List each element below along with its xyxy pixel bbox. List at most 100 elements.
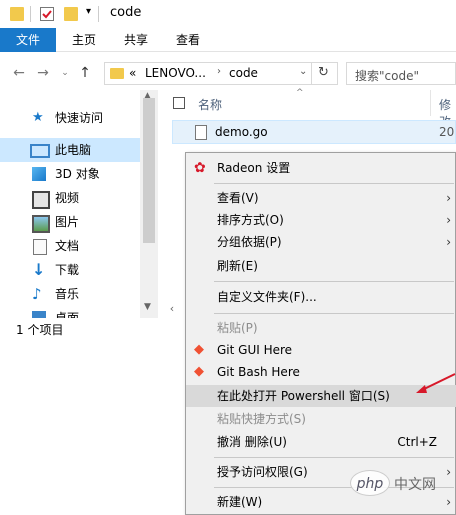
menu-separator xyxy=(214,183,454,184)
nav-item-label: 图片 xyxy=(55,215,80,229)
divider xyxy=(98,6,99,22)
annotation-arrow-icon xyxy=(416,373,456,393)
menu-separator xyxy=(214,457,454,458)
file-name: demo.go xyxy=(215,125,268,139)
nav-item-music[interactable]: ♪ 音乐 xyxy=(0,282,140,306)
menu-item-label: 新建(W) xyxy=(217,495,263,509)
nav-item-this-pc[interactable]: 此电脑 xyxy=(0,138,140,162)
document-icon xyxy=(33,239,47,255)
menu-item-label: 粘贴(P) xyxy=(217,321,258,335)
item-count: 1 个项目 xyxy=(16,323,64,337)
breadcrumb-overflow[interactable]: « xyxy=(129,66,136,80)
refresh-icon[interactable]: ↻ xyxy=(318,65,329,80)
back-arrow-icon[interactable]: ← xyxy=(10,64,28,82)
computer-icon xyxy=(30,144,50,158)
nav-item-label: 文档 xyxy=(55,239,80,253)
address-bar[interactable]: « LENOVO... › code ⌄ ↻ xyxy=(104,62,338,85)
nav-item-label: 此电脑 xyxy=(55,143,92,157)
picture-icon xyxy=(32,215,50,233)
menu-item-radeon[interactable]: ✿ Radeon 设置 xyxy=(186,157,456,179)
git-bash-icon: ◆ xyxy=(194,364,204,379)
nav-item-label: 桌面 xyxy=(55,311,80,318)
music-icon: ♪ xyxy=(32,285,42,303)
menu-item-label: 查看(V) xyxy=(217,191,259,205)
status-bar: 1 个项目 xyxy=(0,318,185,342)
file-item-demo-go[interactable]: demo.go 20 xyxy=(172,120,456,144)
desktop-icon xyxy=(32,311,46,318)
nav-item-label: 视频 xyxy=(55,191,80,205)
watermark-logo: php xyxy=(350,470,390,496)
hscroll-left-icon[interactable]: ‹ xyxy=(158,300,186,318)
recent-locations-chevron-icon[interactable]: ⌄ xyxy=(56,64,74,82)
video-icon xyxy=(32,191,50,209)
breadcrumb-lenovo[interactable]: LENOVO... xyxy=(145,66,206,80)
menu-item-customize-folder[interactable]: 自定义文件夹(F)... xyxy=(186,286,456,308)
tab-share[interactable]: 共享 xyxy=(114,28,158,52)
nav-item-documents[interactable]: 文档 xyxy=(0,234,140,258)
search-input[interactable]: 搜索"code" xyxy=(346,62,456,85)
new-folder-icon[interactable] xyxy=(64,7,78,21)
file-icon xyxy=(195,125,207,140)
context-menu: ✿ Radeon 设置 查看(V) › 排序方式(O) › 分组依据(P) › … xyxy=(185,152,456,515)
properties-icon[interactable] xyxy=(40,7,54,21)
scroll-down-icon[interactable]: ▼ xyxy=(144,302,151,312)
menu-item-undo-delete[interactable]: 撤消 删除(U) Ctrl+Z xyxy=(186,431,456,453)
menu-item-shortcut: Ctrl+Z xyxy=(397,435,437,449)
nav-item-desktop[interactable]: 桌面 xyxy=(0,306,140,318)
customize-quick-access-icon[interactable]: ▾ xyxy=(86,6,91,17)
select-all-checkbox[interactable] xyxy=(173,97,185,109)
menu-item-group[interactable]: 分组依据(P) › xyxy=(186,231,456,253)
divider xyxy=(311,63,312,84)
forward-arrow-icon[interactable]: → xyxy=(34,64,52,82)
search-placeholder: 搜索"code" xyxy=(355,69,419,83)
menu-item-refresh[interactable]: 刷新(E) xyxy=(186,255,456,277)
menu-item-label: Radeon 设置 xyxy=(217,161,291,175)
nav-item-label: 音乐 xyxy=(55,287,80,301)
nav-item-label: 快速访问 xyxy=(55,111,104,125)
nav-item-label: 下载 xyxy=(55,263,80,277)
download-icon: ↓ xyxy=(32,260,46,279)
divider xyxy=(30,6,31,22)
address-dropdown-icon[interactable]: ⌄ xyxy=(299,66,307,77)
nav-item-3d-objects[interactable]: 3D 对象 xyxy=(0,162,140,186)
menu-item-git-gui[interactable]: ◆ Git GUI Here xyxy=(186,339,456,361)
cube-icon xyxy=(32,167,46,181)
menu-item-label: 授予访问权限(G) xyxy=(217,465,308,479)
menu-item-label: Git GUI Here xyxy=(217,343,293,357)
menu-item-label: 自定义文件夹(F)... xyxy=(217,290,317,304)
menu-item-label: Git Bash Here xyxy=(217,365,300,379)
menu-item-view[interactable]: 查看(V) › xyxy=(186,187,456,209)
menu-item-sort[interactable]: 排序方式(O) › xyxy=(186,209,456,231)
nav-item-label: 3D 对象 xyxy=(55,167,100,181)
tab-file[interactable]: 文件 xyxy=(0,28,56,52)
tab-view[interactable]: 查看 xyxy=(166,28,210,52)
nav-item-videos[interactable]: 视频 xyxy=(0,186,140,210)
ribbon: 文件 主页 共享 查看 xyxy=(0,28,456,52)
folder-icon xyxy=(10,7,24,21)
column-divider[interactable] xyxy=(430,90,431,116)
nav-item-quick-access[interactable]: ★ 快速访问 xyxy=(0,106,140,130)
menu-item-label: 粘贴快捷方式(S) xyxy=(217,412,306,426)
file-date: 20 xyxy=(439,125,455,139)
nav-scrollbar-thumb[interactable] xyxy=(143,98,155,243)
breadcrumb-code[interactable]: code xyxy=(229,66,258,80)
menu-item-paste-shortcut: 粘贴快捷方式(S) xyxy=(186,408,456,430)
nav-item-pictures[interactable]: 图片 xyxy=(0,210,140,234)
navigation-pane: ★ 快速访问 此电脑 3D 对象 视频 图片 文档 ↓ 下载 ♪ 音乐 桌面 xyxy=(0,90,158,318)
watermark-text: 中文网 xyxy=(394,477,436,493)
column-name[interactable]: 名称 xyxy=(198,96,222,113)
folder-icon xyxy=(110,68,124,79)
watermark: php 中文网 xyxy=(350,468,456,502)
background xyxy=(0,342,185,515)
up-arrow-icon[interactable]: ↑ xyxy=(76,64,94,82)
sort-ascending-icon: ^ xyxy=(296,88,304,98)
menu-item-label: 刷新(E) xyxy=(217,259,258,273)
menu-item-paste: 粘贴(P) xyxy=(186,317,456,339)
column-header: 名称 ^ 修改 xyxy=(158,88,456,129)
tab-home[interactable]: 主页 xyxy=(62,28,106,52)
submenu-chevron-icon: › xyxy=(446,235,451,249)
menu-separator xyxy=(214,281,454,282)
nav-item-downloads[interactable]: ↓ 下载 xyxy=(0,258,140,282)
breadcrumb-separator-icon[interactable]: › xyxy=(217,66,221,77)
address-row: ← → ⌄ ↑ « LENOVO... › code ⌄ ↻ 搜索"code" xyxy=(0,56,456,90)
